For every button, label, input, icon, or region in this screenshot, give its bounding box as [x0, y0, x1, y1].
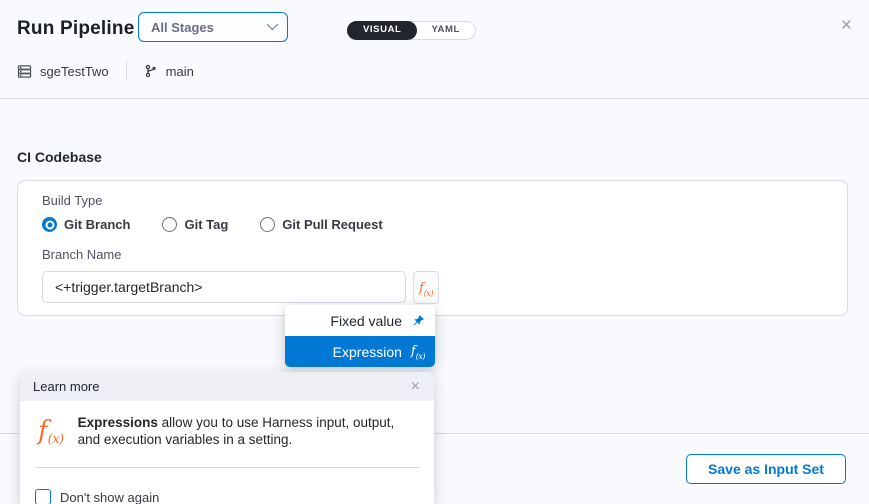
stage-select[interactable]: All Stages — [138, 12, 288, 42]
branch-name-row: f(x) — [42, 271, 823, 304]
build-type-label: Build Type — [42, 193, 823, 208]
popover-text: Expressions allow you to use Harness inp… — [78, 414, 408, 448]
popover-divider — [35, 467, 419, 468]
radio-icon[interactable] — [260, 217, 275, 232]
menu-item-label: Expression — [333, 344, 402, 360]
close-icon[interactable]: × — [411, 379, 420, 395]
repo-name: sgeTestTwo — [40, 64, 109, 79]
pin-icon — [411, 314, 425, 328]
radio-git-tag[interactable]: Git Tag — [162, 217, 228, 232]
stage-select-value: All Stages — [151, 20, 214, 35]
git-branch-icon — [144, 64, 158, 78]
branch-name-label: Branch Name — [42, 247, 823, 262]
value-type-menu: Fixed value Expression f(x) — [285, 305, 435, 367]
repository-icon — [17, 64, 32, 79]
branch-name: main — [166, 64, 194, 79]
value-type-toggle-button[interactable]: f(x) — [413, 271, 439, 304]
header-divider — [0, 98, 869, 99]
codebase-summary: sgeTestTwo main — [17, 62, 194, 80]
save-as-input-set-button[interactable]: Save as Input Set — [686, 454, 846, 484]
radio-selected-icon[interactable] — [42, 217, 57, 232]
popover-body: f(x) Expressions allow you to use Harnes… — [20, 401, 434, 448]
radio-icon[interactable] — [162, 217, 177, 232]
section-title-ci-codebase: CI Codebase — [17, 149, 102, 165]
radio-label: Git Tag — [184, 217, 228, 232]
radio-git-branch[interactable]: Git Branch — [42, 217, 130, 232]
divider — [126, 61, 127, 81]
ci-codebase-card: Build Type Git Branch Git Tag Git Pull R… — [17, 180, 848, 316]
dont-show-again-row: Don't show again — [35, 489, 434, 504]
run-pipeline-modal: Run Pipeline All Stages VISUAL YAML × sg… — [0, 0, 869, 504]
menu-item-expression[interactable]: Expression f(x) — [285, 336, 435, 367]
menu-item-label: Fixed value — [330, 313, 402, 329]
popover-header: Learn more × — [20, 372, 434, 401]
dont-show-again-label: Don't show again — [60, 490, 159, 504]
view-toggle: VISUAL YAML — [347, 21, 476, 40]
chevron-down-icon — [267, 18, 278, 29]
popover-text-bold: Expressions — [78, 415, 158, 430]
branch-name-input[interactable] — [42, 271, 406, 303]
learn-more-popover: Learn more × f(x) Expressions allow you … — [20, 372, 434, 504]
radio-label: Git Pull Request — [282, 217, 382, 232]
fx-icon: f(x) — [411, 343, 425, 361]
radio-label: Git Branch — [64, 217, 130, 232]
fx-icon: f(x) — [38, 416, 64, 448]
radio-git-pull-request[interactable]: Git Pull Request — [260, 217, 382, 232]
close-icon[interactable]: × — [841, 16, 852, 35]
tab-visual[interactable]: VISUAL — [347, 21, 417, 40]
fx-icon: f(x) — [419, 277, 433, 298]
page-title: Run Pipeline — [17, 18, 134, 40]
tab-yaml[interactable]: YAML — [415, 21, 475, 40]
menu-item-fixed-value[interactable]: Fixed value — [285, 305, 435, 336]
dont-show-again-checkbox[interactable] — [35, 489, 51, 504]
build-type-radio-group: Git Branch Git Tag Git Pull Request — [42, 217, 823, 232]
popover-title: Learn more — [33, 379, 99, 394]
